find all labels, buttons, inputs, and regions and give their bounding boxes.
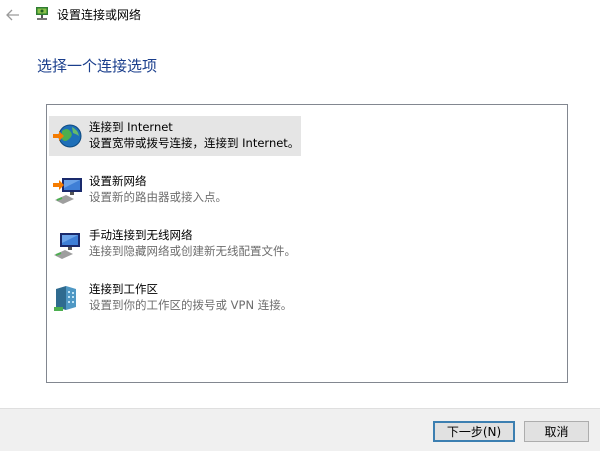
option-title: 连接到 Internet: [89, 120, 173, 134]
option-connect-internet[interactable]: 连接到 Internet 设置宽带或拨号连接，连接到 Internet。: [49, 116, 301, 156]
option-title: 设置新网络: [89, 174, 147, 188]
page-heading: 选择一个连接选项: [37, 57, 158, 75]
option-description: 设置宽带或拨号连接，连接到 Internet。: [89, 136, 300, 150]
wireless-network-icon: [54, 233, 80, 259]
setup-connection-window: 设置连接或网络 选择一个连接选项 连接到 Internet 设置宽带或拨号连接，…: [0, 0, 600, 451]
footer-bar: 下一步(N) 取消: [0, 408, 600, 451]
globe-icon: [53, 124, 82, 148]
option-description: 设置新的路由器或接入点。: [89, 190, 227, 204]
option-connect-workplace[interactable]: 连接到工作区 设置到你的工作区的拨号或 VPN 连接。: [49, 278, 309, 318]
new-network-icon: [53, 178, 82, 204]
option-title: 连接到工作区: [89, 282, 158, 296]
workplace-icon: [54, 286, 76, 311]
connection-options-list: 连接到 Internet 设置宽带或拨号连接，连接到 Internet。 设置新…: [46, 104, 568, 383]
window-title: 设置连接或网络: [57, 8, 142, 22]
option-title: 手动连接到无线网络: [89, 228, 193, 242]
cancel-button[interactable]: 取消: [524, 421, 589, 442]
option-manual-wireless[interactable]: 手动连接到无线网络 连接到隐藏网络或创建新无线配置文件。: [49, 224, 309, 264]
next-button[interactable]: 下一步(N): [433, 421, 515, 442]
back-button[interactable]: [4, 6, 22, 24]
option-description: 设置到你的工作区的拨号或 VPN 连接。: [89, 298, 293, 312]
option-setup-new-network[interactable]: 设置新网络 设置新的路由器或接入点。: [49, 170, 249, 210]
option-description: 连接到隐藏网络或创建新无线配置文件。: [89, 244, 296, 258]
title-bar: 设置连接或网络: [0, 0, 600, 30]
back-arrow-icon: [6, 9, 19, 21]
network-setup-icon: [36, 7, 48, 20]
